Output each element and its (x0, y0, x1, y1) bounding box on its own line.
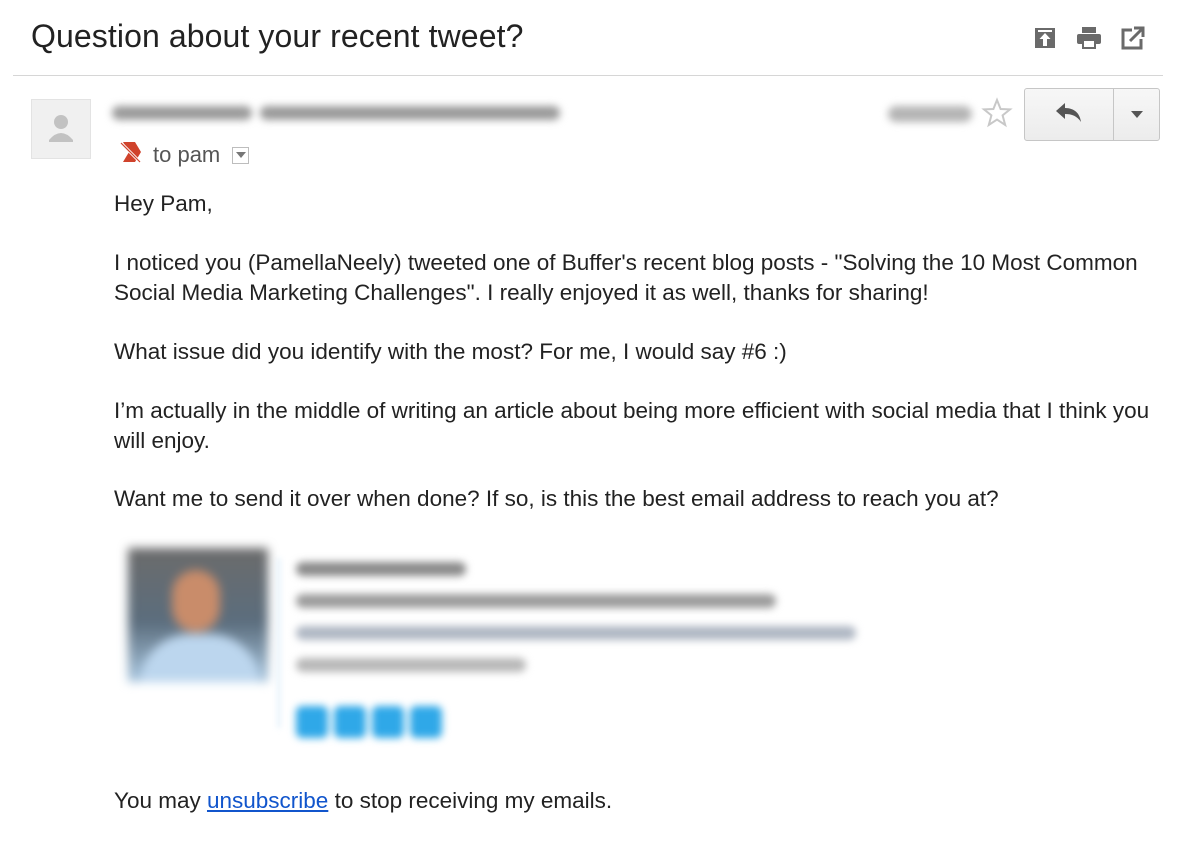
message-date (888, 106, 972, 122)
unsubscribe-link[interactable]: unsubscribe (207, 788, 328, 813)
body-paragraph: What issue did you identify with the mos… (114, 339, 787, 364)
reply-button-group (1024, 88, 1160, 141)
sender-name-email (112, 102, 567, 124)
unsubscribe-prefix: You may (114, 788, 207, 813)
body-paragraph: I noticed you (PamellaNeely) tweeted one… (114, 250, 1138, 305)
print-icon[interactable] (1076, 25, 1102, 51)
archive-up-icon[interactable] (1032, 25, 1058, 51)
star-icon[interactable] (981, 97, 1013, 129)
email-subject: Question about your recent tweet? (31, 18, 524, 54)
chevron-down-icon (235, 152, 246, 158)
signature-photo (128, 548, 268, 682)
reply-button[interactable] (1025, 89, 1114, 140)
recipient-details-toggle[interactable] (232, 146, 250, 164)
signature-social-icons (296, 706, 442, 738)
body-paragraph: I’m actually in the middle of writing an… (114, 398, 1150, 453)
more-options-button[interactable] (1114, 89, 1159, 140)
signature-divider (278, 558, 280, 728)
greeting: Hey Pam, (114, 191, 213, 216)
new-window-icon[interactable] (1120, 25, 1146, 51)
email-signature (128, 548, 868, 748)
body-paragraph: Want me to send it over when done? If so… (114, 486, 999, 511)
unsubscribe-suffix: to stop receiving my emails. (328, 788, 613, 813)
recipient-label: to pam (153, 142, 221, 167)
dropdown-arrow-icon (1130, 106, 1143, 124)
recipient-row: to pam (119, 140, 250, 170)
avatar-icon[interactable] (31, 99, 91, 159)
message-toolbar (1032, 25, 1146, 51)
signature-details (296, 562, 856, 690)
subject-divider (13, 75, 1163, 76)
importance-marker-icon[interactable] (119, 140, 145, 170)
reply-arrow-icon (1055, 101, 1083, 128)
unsubscribe-line: You may unsubscribe to stop receiving my… (114, 786, 1164, 816)
